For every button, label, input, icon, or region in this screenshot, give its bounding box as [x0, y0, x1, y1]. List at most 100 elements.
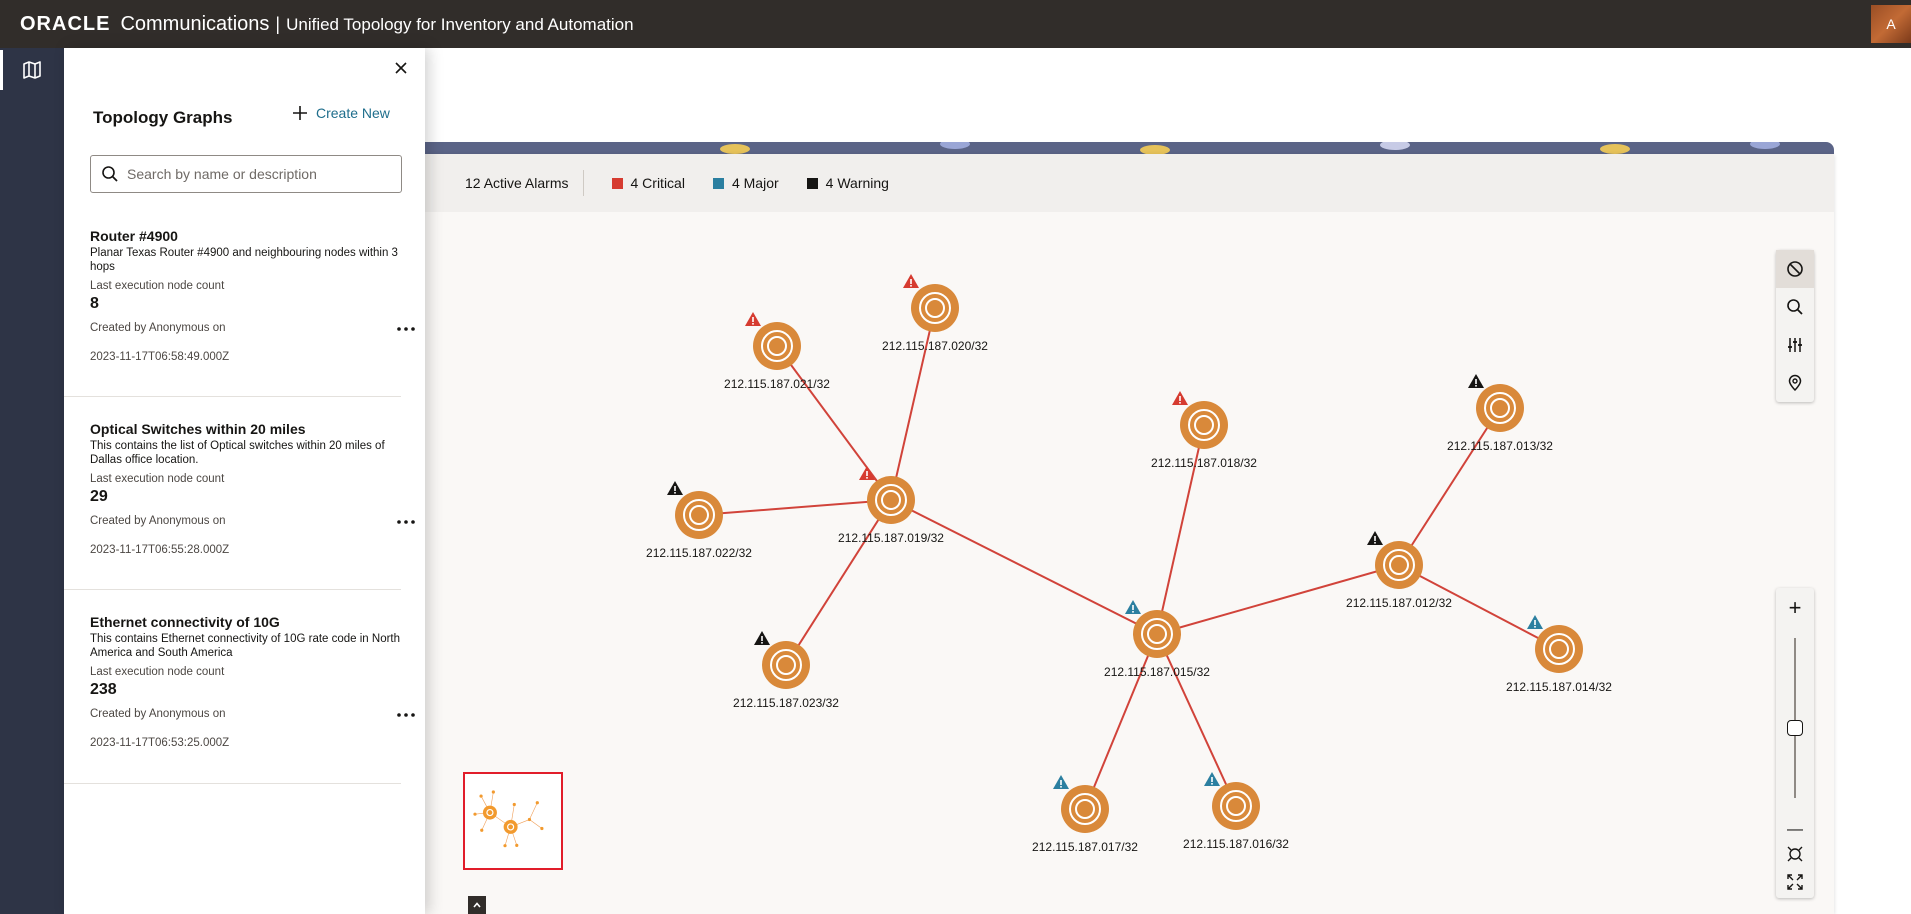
topology-node[interactable]: 212.115.187.023/32 [733, 631, 839, 710]
more-horizontal-icon [397, 520, 415, 524]
more-actions-button[interactable] [392, 705, 420, 725]
product-family: Communications [120, 12, 270, 35]
alarm-glyph [1475, 385, 1477, 387]
graph-search-button[interactable] [1776, 288, 1814, 326]
node-circle[interactable] [1535, 625, 1583, 673]
topology-node[interactable]: 212.115.187.015/32 [1104, 600, 1210, 679]
warning-alarm-filter[interactable]: 4 Warning [806, 175, 889, 191]
zoom-slider-handle[interactable] [1787, 720, 1803, 736]
node-label: 212.115.187.020/32 [882, 339, 988, 353]
graph-card-router-4900[interactable]: Router #4900 Planar Texas Router #4900 a… [90, 228, 415, 363]
topology-node[interactable]: 212.115.187.017/32 [1032, 775, 1138, 854]
product-name: Unified Topology for Inventory and Autom… [286, 14, 634, 34]
node-circle[interactable] [1375, 541, 1423, 589]
minimap-toggle-button[interactable] [468, 896, 486, 914]
warning-alarm-label: 4 Warning [825, 175, 889, 191]
topology-link[interactable] [698, 499, 892, 516]
node-count-label: Last execution node count [90, 280, 225, 292]
minimap-node [503, 844, 507, 848]
topology-node[interactable]: 212.115.187.022/32 [646, 481, 752, 560]
create-new-label: Create New [316, 105, 390, 121]
graph-card-optical-switches[interactable]: Optical Switches within 20 miles This co… [90, 421, 415, 556]
node-circle[interactable] [762, 641, 810, 689]
major-alarm-filter[interactable]: 4 Major [712, 175, 779, 191]
alarm-glyph [1060, 780, 1062, 785]
critical-alarm-filter[interactable]: 4 Critical [611, 175, 685, 191]
node-count-value: 29 [90, 488, 108, 505]
graph-card-description: Planar Texas Router #4900 and neighbouri… [90, 247, 398, 273]
zoom-in-button[interactable]: + [1776, 594, 1814, 622]
alarm-glyph [1132, 611, 1134, 613]
minimap-node [480, 828, 484, 832]
topology-node[interactable]: 212.115.187.018/32 [1151, 391, 1257, 470]
alarm-glyph [1374, 536, 1376, 541]
fit-to-screen-button[interactable] [1776, 840, 1814, 868]
node-circle[interactable] [911, 284, 959, 332]
graph-toolbar [1776, 250, 1814, 402]
topology-link[interactable] [1084, 633, 1158, 810]
topology-node[interactable]: 212.115.187.021/32 [724, 312, 830, 391]
reset-view-button[interactable] [1776, 250, 1814, 288]
fullscreen-button[interactable] [1776, 868, 1814, 896]
topology-node[interactable]: 212.115.187.013/32 [1447, 374, 1553, 453]
rail-item-topology-map[interactable] [0, 50, 64, 90]
topology-link[interactable] [776, 345, 892, 501]
user-avatar[interactable]: A [1871, 5, 1911, 43]
more-horizontal-icon [397, 713, 415, 717]
graph-minimap[interactable] [463, 772, 563, 870]
graph-filter-button[interactable] [1776, 326, 1814, 364]
plus-icon [293, 106, 307, 120]
alarm-glyph [1179, 402, 1181, 404]
search-input[interactable] [127, 166, 387, 182]
close-icon [395, 62, 407, 74]
node-count-label: Last execution node count [90, 473, 225, 485]
topology-node[interactable]: 212.115.187.020/32 [882, 274, 988, 353]
node-circle[interactable] [1061, 785, 1109, 833]
topology-node[interactable]: 212.115.187.014/32 [1506, 615, 1612, 694]
topology-link[interactable] [890, 307, 936, 501]
create-new-button[interactable]: Create New [292, 105, 390, 121]
alarm-glyph [1060, 786, 1062, 788]
node-label: 212.115.187.023/32 [733, 696, 839, 710]
alarm-glyph [1534, 620, 1536, 625]
node-circle[interactable] [1180, 401, 1228, 449]
node-circle[interactable] [867, 476, 915, 524]
alarm-glyph [1374, 542, 1376, 544]
node-circle[interactable] [1476, 384, 1524, 432]
minimap-node [479, 794, 483, 798]
topology-graph[interactable]: 212.115.187.021/32 212.115.187.020/32 212.… [420, 212, 1834, 914]
chevron-up-icon [473, 902, 481, 908]
node-label: 212.115.187.018/32 [1151, 456, 1257, 470]
graph-search-field[interactable] [90, 155, 402, 193]
topology-node[interactable]: 212.115.187.016/32 [1183, 772, 1289, 851]
graph-card-ethernet-10g[interactable]: Ethernet connectivity of 10G This contai… [90, 614, 415, 749]
expand-icon [1787, 874, 1803, 890]
node-circle[interactable] [753, 322, 801, 370]
node-circle[interactable] [1133, 610, 1181, 658]
node-circle[interactable] [675, 491, 723, 539]
minimap-node [482, 805, 497, 820]
alarm-glyph [752, 317, 754, 322]
topology-link[interactable] [1398, 407, 1501, 566]
critical-alarm-label: 4 Critical [630, 175, 685, 191]
topology-link[interactable] [785, 499, 892, 666]
graph-card-title: Router #4900 [90, 228, 178, 244]
drawer-title: Topology Graphs [93, 108, 233, 127]
node-circle[interactable] [1212, 782, 1260, 830]
graph-location-button[interactable] [1776, 364, 1814, 402]
card-divider [64, 396, 401, 397]
node-label: 212.115.187.017/32 [1032, 840, 1138, 854]
topology-link[interactable] [890, 499, 1158, 635]
brand: ORACLE Communications | Unified Topology… [20, 13, 634, 36]
alarm-glyph [1534, 626, 1536, 628]
oracle-logo: ORACLE [20, 12, 111, 35]
more-actions-button[interactable] [392, 319, 420, 339]
zoom-control: + — [1776, 588, 1814, 898]
alarm-glyph [761, 636, 763, 641]
topology-node[interactable]: 212.115.187.019/32 [838, 466, 944, 545]
topology-node[interactable]: 212.115.187.012/32 [1346, 531, 1452, 610]
topology-link[interactable] [1156, 633, 1237, 807]
close-drawer-button[interactable] [391, 58, 411, 78]
zoom-slider-track[interactable] [1794, 638, 1796, 798]
more-actions-button[interactable] [392, 512, 420, 532]
